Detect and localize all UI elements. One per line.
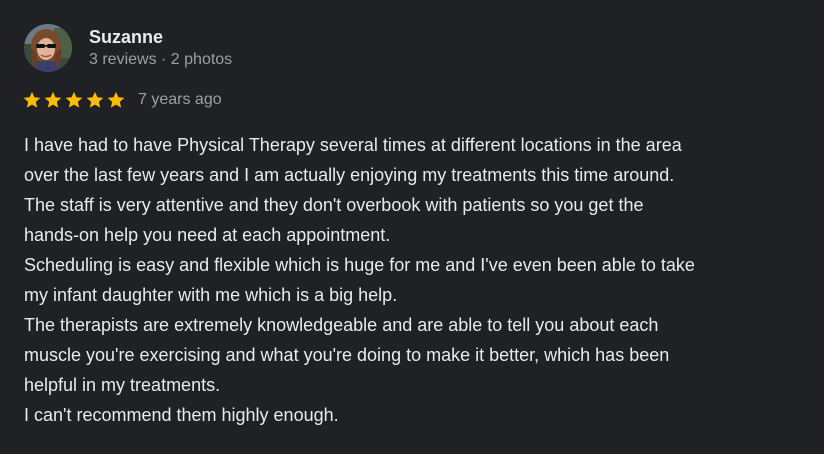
avatar[interactable] bbox=[24, 24, 72, 72]
rating-row: 7 years ago bbox=[22, 88, 222, 112]
star-icon bbox=[43, 90, 63, 110]
star-rating bbox=[22, 90, 127, 110]
review-card: Suzanne 3 reviews · 2 photos 7 years ago… bbox=[0, 0, 824, 454]
review-header: Suzanne 3 reviews · 2 photos bbox=[24, 24, 232, 72]
review-line: hands-on help you need at each appointme… bbox=[24, 225, 391, 245]
reviewer-meta: 3 reviews · 2 photos bbox=[89, 51, 233, 68]
star-icon bbox=[22, 90, 42, 110]
review-line: The staff is very attentive and they don… bbox=[24, 195, 644, 215]
review-line: I have had to have Physical Therapy seve… bbox=[24, 135, 682, 155]
star-icon bbox=[106, 90, 126, 110]
review-date: 7 years ago bbox=[138, 91, 222, 108]
review-line: over the last few years and I am actuall… bbox=[24, 165, 675, 185]
review-line: muscle you're exercising and what you're… bbox=[24, 345, 670, 365]
reviewer-info: Suzanne 3 reviews · 2 photos bbox=[89, 26, 232, 71]
star-icon bbox=[85, 90, 105, 110]
review-line: I can't recommend them highly enough. bbox=[24, 405, 339, 425]
profile-photo-icon bbox=[24, 24, 72, 72]
review-line: helpful in my treatments. bbox=[24, 375, 221, 395]
review-text: I have had to have Physical Therapy seve… bbox=[24, 130, 814, 430]
review-line: Scheduling is easy and flexible which is… bbox=[24, 255, 695, 275]
review-line: my infant daughter with me which is a bi… bbox=[24, 285, 398, 305]
review-line: The therapists are extremely knowledgeab… bbox=[24, 315, 659, 335]
reviewer-name[interactable]: Suzanne bbox=[89, 26, 232, 48]
star-icon bbox=[64, 90, 84, 110]
